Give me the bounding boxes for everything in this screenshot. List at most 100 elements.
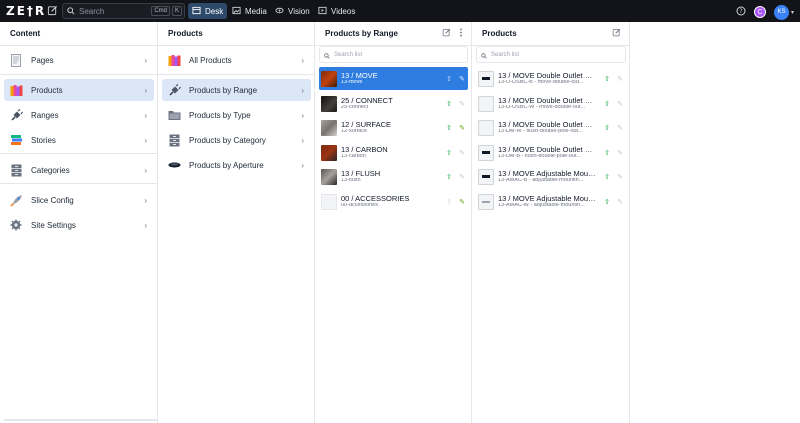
chevron-right-icon: › [144,135,147,145]
product-row[interactable]: 13 / MOVE Double Outlet Ma... 13-DM-B - f… [476,141,626,164]
edit-icon[interactable]: ✎ [617,75,623,83]
menu-item-products-by-aperture[interactable]: Products by Aperture › [162,154,311,176]
cabinet-icon [167,133,181,147]
publish-icon[interactable]: ⇧ [604,124,610,132]
product-search-input[interactable]: Search list [476,46,626,63]
thumbnail [321,70,337,87]
edit-icon[interactable]: ✎ [617,173,623,181]
search-icon [481,46,487,64]
range-row[interactable]: 25 / CONNECT 25-connect ⇧ ✎ [319,92,468,115]
row-slug: 13-O-USBC-W - move-double-out... [498,104,586,110]
edit-icon[interactable]: ✎ [459,124,465,132]
range-pane-header: Products by Range [315,22,471,46]
row-slug: 25-connect [341,104,369,110]
menu-item-site-settings[interactable]: Site Settings › [4,214,154,236]
publish-icon[interactable]: ⇧ [604,75,610,83]
publish-icon[interactable]: ⇧ [446,198,452,206]
compose-icon[interactable] [442,28,451,39]
row-slug: 13-DM-W - flush-double-pole-out... [498,128,583,134]
publish-icon[interactable]: ⇧ [604,198,610,206]
menu-item-slice-config[interactable]: Slice Config › [4,189,154,211]
row-title: 13 / MOVE Adjustable Mount... [498,169,596,178]
row-title: 13 / MOVE Double Outlet Ma... [498,145,596,154]
edit-icon[interactable]: ✎ [459,75,465,83]
menu-item-products-by-category[interactable]: Products by Category › [162,129,311,151]
menu-item-categories[interactable]: Categories › [4,159,154,181]
app-logo[interactable]: ZE†R [6,4,44,18]
publish-icon[interactable]: ⇧ [604,173,610,181]
divider [0,153,157,154]
product-row[interactable]: 13 / MOVE Double Outlet US... 13-O-USBC-W… [476,92,626,115]
menu-item-ranges[interactable]: Ranges › [4,104,154,126]
edit-icon[interactable]: ✎ [617,149,623,157]
more-vertical-icon[interactable] [459,28,463,39]
svg-text:?: ? [739,8,742,15]
range-row[interactable]: 13 / MOVE 13-move ⇧ ✎ [319,67,468,90]
product-row[interactable]: 13 / MOVE Double Outlet US... 13-O-USBC-B… [476,67,626,90]
edit-icon[interactable]: ✎ [459,100,465,108]
user-avatar[interactable]: KS [773,4,789,20]
menu-item-ranges-label: Ranges [31,110,59,120]
menu-item-products-by-type-label: Products by Type [189,110,251,120]
chevron-down-icon[interactable]: ▾ [791,9,794,16]
top-bar: ZE†R Search Cmd K Desk Media Vision Vide… [0,0,800,22]
publish-icon[interactable]: ⇧ [604,149,610,157]
tab-desk[interactable]: Desk [188,3,228,19]
range-row[interactable]: 13 / FLUSH 13-flush ⇧ ✎ [319,165,468,188]
menu-item-products-label: Products [31,85,63,95]
compose-icon[interactable] [47,5,58,16]
edit-icon[interactable]: ✎ [617,100,623,108]
tab-media[interactable]: Media [228,3,271,19]
menu-item-pages[interactable]: Pages › [4,49,154,71]
range-row[interactable]: 00 / ACCESSORIES 00-accessories ⇧ ✎ [319,190,468,213]
edit-icon[interactable]: ✎ [617,124,623,132]
row-title: 13 / FLUSH [341,169,381,178]
product-row[interactable]: 13 / MOVE Double Outlet Ma... 13-DM-W - f… [476,116,626,139]
publish-icon[interactable]: ⇧ [446,173,452,181]
menu-item-products-by-type[interactable]: Products by Type › [162,104,311,126]
compose-icon[interactable] [612,28,621,39]
chevron-right-icon: › [144,85,147,95]
menu-item-stories[interactable]: Stories › [4,129,154,151]
range-row[interactable]: 12 / SURFACE 12-surface ⇧ ✎ [319,116,468,139]
menu-item-all-products[interactable]: All Products › [162,49,311,71]
edit-icon[interactable]: ✎ [459,149,465,157]
global-search-input[interactable]: Search Cmd K [62,3,185,19]
row-title: 13 / MOVE Double Outlet US... [498,96,596,105]
row-slug: 13-DM-B - flush-double-pole-out... [498,153,582,159]
product-search-placeholder: Search list [491,51,520,58]
range-search-input[interactable]: Search list [319,46,468,63]
range-pane-title: Products by Range [325,29,398,38]
row-slug: 13-carbon [341,153,366,159]
tab-desk-label: Desk [205,6,224,16]
range-row[interactable]: 13 / CARBON 13-carbon ⇧ ✎ [319,141,468,164]
publish-icon[interactable]: ⇧ [446,149,452,157]
publish-icon[interactable]: ⇧ [446,75,452,83]
product-row[interactable]: 13 / MOVE Adjustable Mount... 13-AMAC-W -… [476,190,626,213]
aperture-icon [167,158,181,172]
rocket-icon [9,193,23,207]
workspace-avatar[interactable]: C [753,6,766,18]
chevron-right-icon: › [144,220,147,230]
publish-icon[interactable]: ⇧ [604,100,610,108]
plug-icon [167,83,181,97]
help-icon[interactable]: ? [736,3,746,21]
menu-item-products[interactable]: Products › [4,79,154,101]
thumbnail [478,144,494,161]
row-title: 13 / MOVE Adjustable Mount... [498,194,596,203]
menu-item-products-by-range[interactable]: Products by Range › [162,79,311,101]
row-title: 12 / SURFACE [341,120,392,129]
tab-vision[interactable]: Vision [271,3,314,19]
edit-icon[interactable]: ✎ [617,198,623,206]
publish-icon[interactable]: ⇧ [446,124,452,132]
thumbnail [478,168,494,185]
chevron-right-icon: › [144,55,147,65]
thumbnail [478,95,494,112]
edit-icon[interactable]: ✎ [459,198,465,206]
tab-videos[interactable]: Videos [314,3,359,19]
edit-icon[interactable]: ✎ [459,173,465,181]
publish-icon[interactable]: ⇧ [446,100,452,108]
thumbnail [478,70,494,87]
product-row[interactable]: 13 / MOVE Adjustable Mount... 13-AMAC-B -… [476,165,626,188]
thumbnail [321,168,337,185]
